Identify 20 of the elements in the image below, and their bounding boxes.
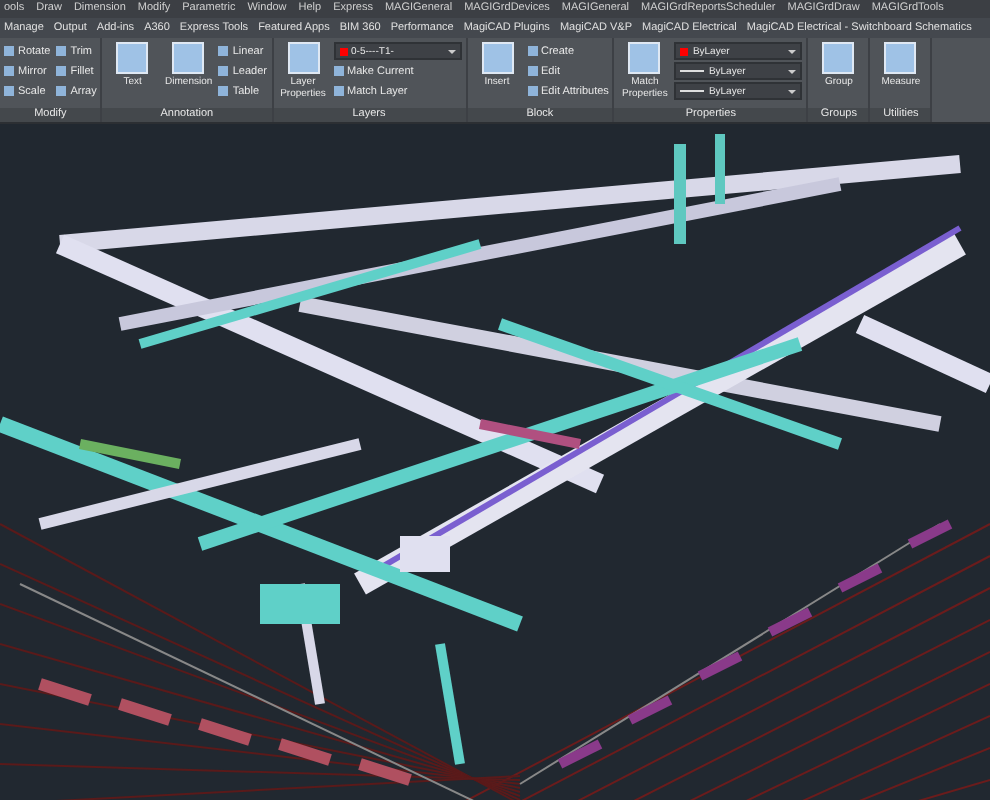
tool-square-icon [527, 46, 537, 56]
tool-square-icon [4, 86, 14, 96]
tool-square-icon [56, 66, 67, 76]
tool-square-icon [4, 66, 14, 76]
tool-square-icon [218, 46, 229, 56]
tool-square-icon [527, 86, 537, 96]
line-sample-icon [680, 90, 705, 92]
tool-square-icon [333, 66, 343, 76]
caret-icon [788, 89, 797, 93]
tool-square-icon [333, 86, 343, 96]
tool-square-icon [218, 66, 229, 76]
caret-icon [788, 49, 797, 53]
tool-square-icon [4, 46, 14, 56]
caret-icon [447, 49, 455, 53]
tool-square-icon [56, 46, 67, 56]
tool-square-icon [527, 66, 537, 76]
tool-square-icon [218, 86, 229, 96]
tool-square-icon [56, 86, 67, 96]
line-sample-icon [680, 70, 705, 72]
caret-icon [788, 69, 797, 73]
